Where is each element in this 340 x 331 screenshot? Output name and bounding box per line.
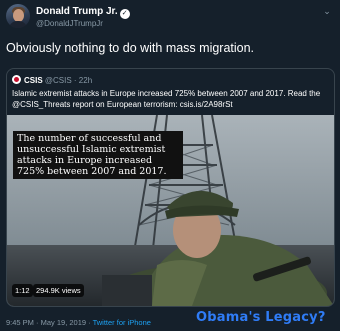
quoted-author-name[interactable]: CSIS: [24, 76, 43, 85]
quoted-header: CSIS @CSIS · 22h: [12, 75, 92, 85]
quoted-handle-time: @CSIS · 22h: [44, 76, 93, 85]
avatar-suit: [9, 21, 27, 28]
csis-logo-icon: [12, 75, 21, 84]
tweet-client[interactable]: Twitter for iPhone: [93, 318, 151, 327]
tweet-text: Obviously nothing to do with mass migrat…: [6, 41, 255, 55]
video-caption: The number of successful and unsuccessfu…: [13, 131, 183, 179]
video-views: 294.9K views: [33, 284, 84, 297]
video-player[interactable]: The number of successful and unsuccessfu…: [7, 115, 334, 306]
tweet-footer: 9:45 PM · May 19, 2019 · Twitter for iPh…: [6, 318, 151, 327]
video-duration: 1:12: [12, 284, 33, 297]
tweet-timestamp[interactable]: 9:45 PM · May 19, 2019 ·: [6, 318, 91, 327]
avatar[interactable]: [6, 4, 30, 28]
author-handle[interactable]: @DonaldJTrumpJr: [36, 19, 103, 28]
author-name[interactable]: Donald Trump Jr.: [36, 6, 118, 17]
tweet-card: Donald Trump Jr. ✓ @DonaldJTrumpJr ⌄ Obvi…: [0, 0, 340, 331]
quoted-tweet[interactable]: CSIS @CSIS · 22h Islamic extremist attac…: [6, 68, 335, 307]
chevron-down-icon[interactable]: ⌄: [322, 6, 332, 16]
quoted-text: Islamic extremist attacks in Europe incr…: [12, 89, 321, 109]
overlay-annotation: Obama's Legacy?: [196, 310, 326, 325]
verified-badge-icon: ✓: [119, 9, 130, 19]
author-name-row[interactable]: Donald Trump Jr. ✓: [36, 6, 130, 19]
